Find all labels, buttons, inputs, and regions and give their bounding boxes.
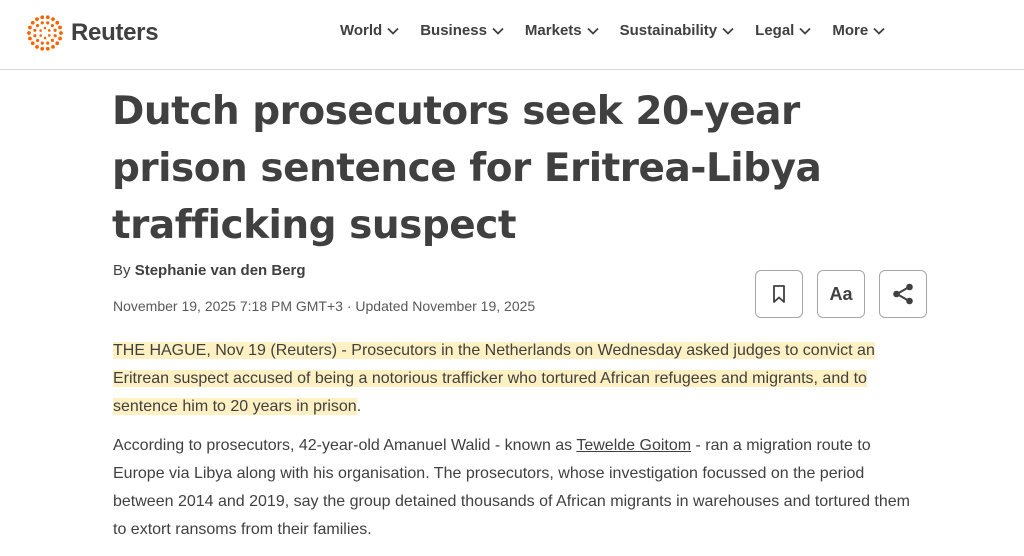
- logo-dot: [58, 25, 62, 30]
- nav-item-business[interactable]: Business: [420, 22, 504, 39]
- chevron-down-icon: [873, 27, 885, 35]
- logo-dot: [39, 34, 42, 37]
- site-header: Reuters World Business Markets Sustainab…: [0, 0, 1024, 70]
- inline-link[interactable]: Tewelde Goitom: [576, 437, 691, 454]
- logo-dot: [30, 41, 35, 46]
- logo-dot: [35, 23, 40, 28]
- logo-dot: [53, 28, 57, 32]
- publish-dateline: November 19, 2025 7:18 PM GMT+3 · Update…: [113, 298, 536, 314]
- logo-dot: [28, 36, 32, 41]
- nav-item-markets[interactable]: Markets: [525, 22, 599, 39]
- article-tools: Aa: [755, 270, 927, 318]
- share-icon: [893, 283, 913, 305]
- logo-dot: [53, 34, 57, 38]
- chevron-down-icon: [492, 27, 504, 35]
- nav-item-label: More: [832, 22, 869, 39]
- highlighted-text: THE HAGUE, Nov 19 (Reuters) - Prosecutor…: [113, 342, 875, 415]
- logo-dot: [35, 44, 39, 49]
- bookmark-button[interactable]: [755, 270, 803, 318]
- article-paragraph: According to prosecutors, 42-year-old Am…: [113, 432, 923, 544]
- nav-item-label: Legal: [755, 22, 795, 39]
- article-paragraph: THE HAGUE, Nov 19 (Reuters) - Prosecutor…: [113, 337, 923, 421]
- nav-item-label: Business: [420, 22, 487, 39]
- logo-dot: [35, 38, 40, 43]
- reuters-logo[interactable]: Reuters: [26, 14, 159, 52]
- nav-item-more[interactable]: More: [832, 22, 885, 39]
- chevron-down-icon: [799, 27, 811, 35]
- byline: By Stephanie van den Berg: [113, 262, 306, 279]
- text-size-label: Aa: [829, 283, 853, 304]
- logo-dot: [46, 21, 50, 25]
- chevron-down-icon: [387, 27, 399, 35]
- reuters-dots-icon: [27, 15, 63, 51]
- logo-dot: [39, 29, 42, 32]
- article-headline: Dutch prosecutors seek 20-year prison se…: [112, 89, 822, 248]
- nav-item-label: World: [340, 22, 383, 39]
- main-nav: World Business Markets Sustainability Le…: [340, 22, 906, 39]
- logo-dot: [50, 23, 55, 28]
- logo-dot: [50, 38, 55, 43]
- logo-dot: [40, 46, 45, 51]
- logo-dot: [33, 28, 37, 32]
- logo-dot: [28, 25, 32, 30]
- logo-dot: [45, 15, 50, 20]
- paragraph-text: According to prosecutors, 42-year-old Am…: [113, 437, 577, 454]
- logo-dot: [48, 29, 51, 32]
- text-size-button[interactable]: Aa: [817, 270, 865, 318]
- bookmark-icon: [773, 285, 785, 303]
- paragraph-tail: .: [356, 398, 362, 415]
- logo-dot: [51, 44, 55, 49]
- nav-item-sustainability[interactable]: Sustainability: [620, 22, 735, 39]
- chevron-down-icon: [722, 27, 734, 35]
- logo-dot: [30, 20, 35, 25]
- brand-name: Reuters: [71, 19, 159, 46]
- nav-item-label: Sustainability: [619, 22, 718, 39]
- logo-dot: [59, 31, 63, 35]
- byline-prefix: By: [113, 262, 131, 279]
- logo-dot: [55, 41, 60, 46]
- logo-dot: [58, 36, 62, 41]
- share-button[interactable]: [879, 270, 927, 318]
- logo-dot: [43, 36, 47, 40]
- logo-dot: [48, 34, 51, 37]
- logo-dot: [45, 46, 50, 51]
- nav-item-world[interactable]: World: [340, 22, 399, 39]
- logo-dot: [51, 17, 55, 22]
- chevron-down-icon: [586, 27, 599, 35]
- logo-dot: [35, 17, 39, 22]
- logo-dot: [40, 21, 44, 25]
- nav-item-label: Markets: [524, 22, 582, 39]
- logo-dot: [55, 20, 60, 25]
- logo-dot: [40, 41, 44, 45]
- logo-dot: [33, 34, 37, 38]
- logo-dot: [43, 26, 47, 30]
- author-link[interactable]: Stephanie van den Berg: [135, 262, 306, 279]
- logo-dot: [27, 31, 31, 35]
- logo-dot: [40, 15, 45, 20]
- logo-dot: [46, 41, 50, 45]
- nav-item-legal[interactable]: Legal: [755, 22, 811, 39]
